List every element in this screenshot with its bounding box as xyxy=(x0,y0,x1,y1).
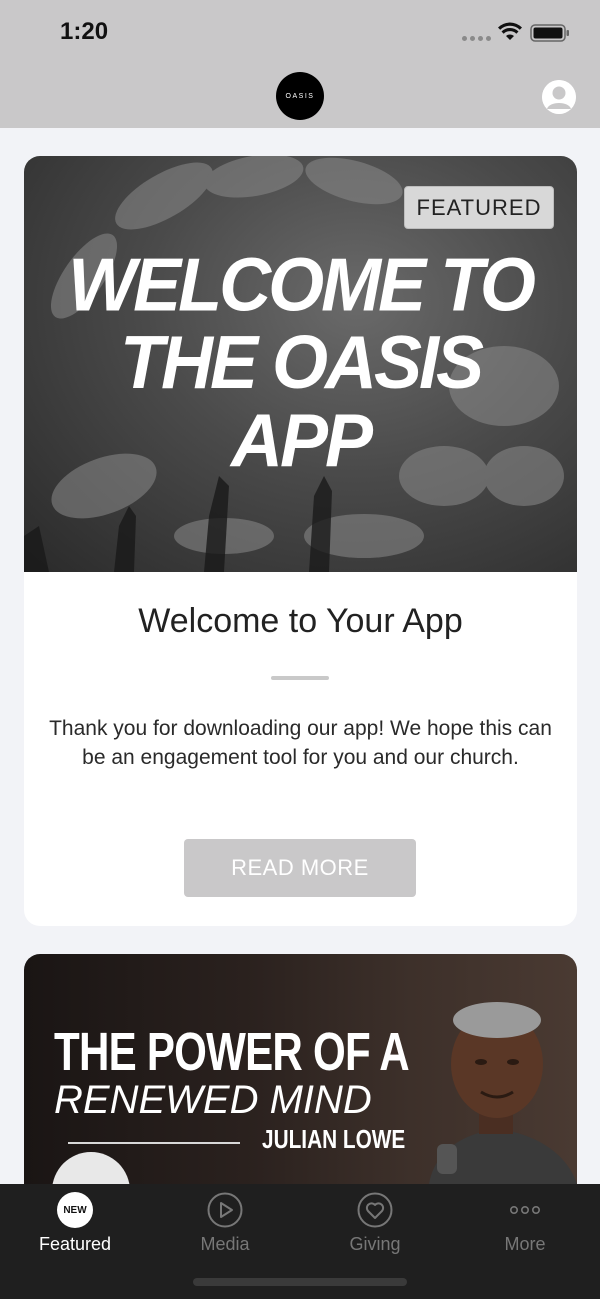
top-bar: 1:20 OASIS xyxy=(0,0,600,128)
tab-label: More xyxy=(504,1234,546,1254)
wifi-icon xyxy=(498,22,522,40)
hero-title-line: APP xyxy=(230,398,373,483)
status-bar: 1:20 xyxy=(0,0,600,64)
tab-giving[interactable]: Giving xyxy=(300,1184,450,1264)
heart-icon xyxy=(357,1192,393,1228)
sermon-subtitle: RENEWED MIND xyxy=(54,1078,372,1122)
battery-icon xyxy=(530,24,569,42)
tab-more[interactable]: More xyxy=(450,1184,600,1264)
home-indicator xyxy=(193,1278,407,1286)
featured-hero-image[interactable]: FEATURED WELCOME TO THE OASIS APP xyxy=(24,156,577,572)
tab-media[interactable]: Media xyxy=(150,1184,300,1264)
cellular-signal-icon xyxy=(462,36,491,41)
speaker-name: JULIAN LOWE xyxy=(262,1124,406,1154)
sermon-title: THE POWER OF A xyxy=(54,1022,410,1082)
read-more-button[interactable]: READ MORE xyxy=(184,839,416,897)
play-icon xyxy=(207,1192,243,1228)
featured-badge: FEATURED xyxy=(404,186,554,229)
sermon-divider xyxy=(68,1142,240,1144)
speaker-photo xyxy=(429,1002,577,1184)
tab-featured[interactable]: NEW Featured xyxy=(0,1184,150,1264)
hero-title: WELCOME TO THE OASIS APP xyxy=(24,246,577,479)
tab-label: Media xyxy=(200,1234,250,1254)
hero-title-line: WELCOME TO xyxy=(68,243,536,328)
nav-bar: OASIS xyxy=(0,64,600,128)
tab-label: Giving xyxy=(349,1234,401,1254)
hero-title-line: THE OASIS xyxy=(119,321,484,405)
profile-icon[interactable] xyxy=(542,80,576,114)
tab-label: Featured xyxy=(38,1234,112,1254)
oasis-logo[interactable]: OASIS xyxy=(276,72,324,120)
card-heading: Welcome to Your App xyxy=(138,602,463,640)
status-time: 1:20 xyxy=(60,18,109,45)
more-icon xyxy=(509,1206,540,1215)
featured-card[interactable]: FEATURED WELCOME TO THE OASIS APP Welcom… xyxy=(24,156,577,926)
card-body-text: Thank you for downloading our app! We ho… xyxy=(49,717,552,769)
divider xyxy=(271,676,329,680)
new-badge-icon: NEW xyxy=(57,1192,93,1228)
